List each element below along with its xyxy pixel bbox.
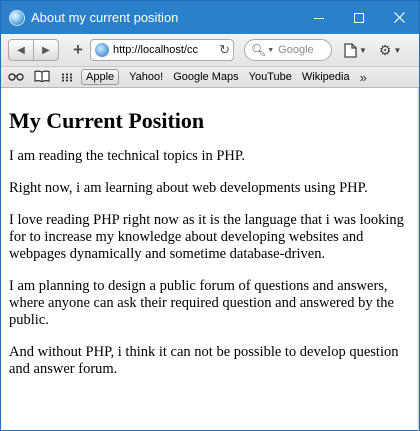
settings-menu-button[interactable]: ⚙ ▼ <box>379 39 401 61</box>
paragraph: I am planning to design a public forum o… <box>9 278 394 328</box>
top-sites-grid-icon[interactable] <box>61 72 72 82</box>
page-icon <box>344 42 357 58</box>
maximize-button[interactable] <box>339 1 379 34</box>
browser-toolbar: ◀ ▶ + http://localhost/cc ↻ 🔍︎ ▼ Google … <box>1 34 419 67</box>
globe-icon <box>95 43 109 57</box>
paragraph: I am reading the technical topics in PHP… <box>9 148 245 164</box>
window-title: About my current position <box>31 10 179 25</box>
bookmarks-bar: Apple Yahoo! Google Maps YouTube Wikiped… <box>1 67 419 88</box>
back-arrow-icon: ◀ <box>17 44 25 56</box>
search-dropdown-caret-icon[interactable]: ▼ <box>267 47 274 54</box>
reload-icon[interactable]: ↻ <box>219 42 230 58</box>
close-button[interactable] <box>379 1 419 34</box>
minimize-button[interactable] <box>299 1 339 34</box>
bookmark-apple[interactable]: Apple <box>81 69 120 85</box>
url-text[interactable]: http://localhost/cc <box>113 44 216 56</box>
more-bookmarks-chevron-icon[interactable]: » <box>360 70 367 85</box>
bookmarks-book-icon[interactable] <box>34 70 50 85</box>
bookmark-youtube[interactable]: YouTube <box>249 71 292 83</box>
search-icon: 🔍︎ <box>251 43 267 57</box>
nav-button-group: ◀ ▶ <box>8 39 59 61</box>
forward-button[interactable]: ▶ <box>33 40 58 60</box>
address-bar[interactable]: http://localhost/cc ↻ <box>90 39 234 61</box>
title-bar: About my current position <box>1 1 419 34</box>
window-right-edge <box>418 88 419 431</box>
plus-icon: + <box>73 40 83 59</box>
add-bookmark-button[interactable]: + <box>68 39 88 61</box>
bookmark-yahoo[interactable]: Yahoo! <box>129 71 163 83</box>
back-button[interactable]: ◀ <box>9 40 33 60</box>
safari-app-icon <box>9 9 25 26</box>
page-menu-button[interactable]: ▼ <box>344 39 367 61</box>
page-content: My Current Position I am reading the tec… <box>9 89 413 393</box>
maximize-icon <box>354 12 364 23</box>
paragraph: Right now, i am learning about web devel… <box>9 180 368 196</box>
paragraph: And without PHP, i think it can not be p… <box>9 344 399 377</box>
search-placeholder: Google <box>278 44 314 56</box>
bookmark-wikipedia[interactable]: Wikipedia <box>302 71 350 83</box>
close-icon <box>393 12 405 23</box>
chevron-down-icon: ▼ <box>393 45 402 55</box>
minimize-icon <box>314 18 324 19</box>
page-heading: My Current Position <box>9 108 205 133</box>
forward-arrow-icon: ▶ <box>42 44 50 56</box>
reading-list-icon[interactable] <box>8 70 24 84</box>
chevron-down-icon: ▼ <box>359 45 367 55</box>
browser-window: About my current position ◀ ▶ + http://l… <box>0 0 420 431</box>
paragraph: I love reading PHP right now as it is th… <box>9 212 404 262</box>
gear-icon: ⚙ <box>378 41 392 58</box>
search-field[interactable]: 🔍︎ ▼ Google <box>244 39 332 61</box>
bookmark-google-maps[interactable]: Google Maps <box>173 71 238 83</box>
